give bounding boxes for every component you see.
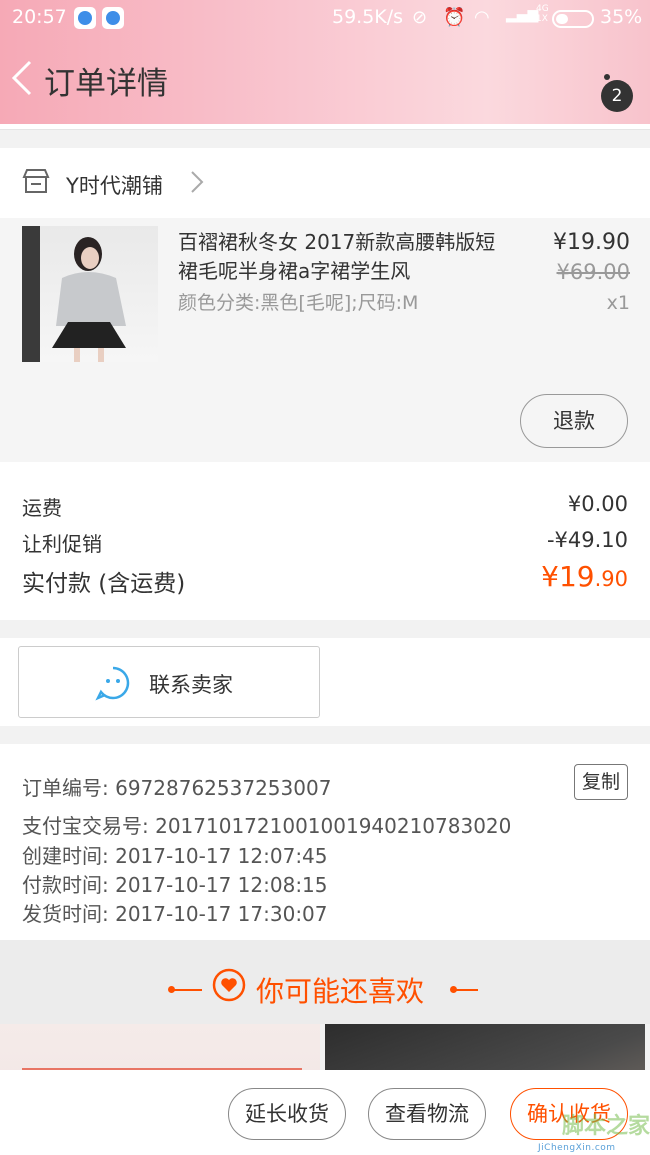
- discount-value: -¥49.10: [546, 528, 628, 552]
- net-speed: 59.5K/s: [332, 6, 404, 28]
- watermark-text: 脚本之家: [562, 1114, 650, 1139]
- extend-receipt-button[interactable]: 延长收货: [228, 1088, 346, 1140]
- shipping-value: ¥0.00: [567, 492, 628, 516]
- order-number: 订单编号: 69728762537253007: [22, 776, 332, 800]
- alipay-number: 支付宝交易号: 2017101721001001940210783020: [22, 814, 512, 838]
- signal-icon: ▂▄▆: [506, 7, 539, 23]
- product-thumbnail[interactable]: [22, 226, 158, 362]
- page-title: 订单详情: [44, 66, 168, 102]
- chat-smile-icon: [95, 666, 130, 701]
- header-divider: [0, 124, 650, 130]
- refund-button[interactable]: 退款: [520, 394, 628, 448]
- product-image: [22, 226, 126, 362]
- total-integer: 19: [558, 560, 595, 593]
- alarm-icon: ⏰: [443, 7, 466, 28]
- fee-summary: 运费 ¥0.00 让利促销 -¥49.10 实付款 (含运费) ¥19.90: [0, 462, 650, 620]
- recommend-header: 你可能还喜欢: [0, 940, 650, 1024]
- view-logistics-button[interactable]: 查看物流: [368, 1088, 486, 1140]
- shop-name[interactable]: Y时代潮铺: [66, 170, 163, 200]
- order-item[interactable]: 百褶裙秋冬女 2017新款高腰韩版短裙毛呢半身裙a字裙学生风 颜色分类:黑色[毛…: [0, 218, 650, 462]
- total-label: 实付款 (含运费): [22, 571, 186, 597]
- battery-icon: [552, 10, 594, 28]
- network-type: 4G 1X: [536, 4, 549, 24]
- discount-label: 让利促销: [22, 532, 102, 556]
- shield-app-icon: [74, 7, 96, 29]
- total-currency: ¥: [541, 560, 559, 593]
- copy-button[interactable]: 复制: [574, 764, 628, 800]
- battery-percent: 35%: [600, 6, 643, 28]
- contact-seller-button[interactable]: 联系卖家: [18, 646, 320, 718]
- status-bar: 20:57 59.5K/s ⊘ ⏰ ◠ ▂▄▆ 4G 1X 35%: [0, 0, 650, 36]
- shipped-time: 发货时间: 2017-10-17 17:30:07: [22, 902, 328, 926]
- network-label: 4G: [536, 4, 549, 14]
- status-time: 20:57: [12, 6, 67, 28]
- shop-row[interactable]: Y时代潮铺: [0, 148, 650, 218]
- product-quantity: x1: [606, 292, 630, 314]
- paid-time: 付款时间: 2017-10-17 12:08:15: [22, 873, 328, 897]
- total-decimal: .90: [594, 567, 628, 591]
- total-value: ¥19.90: [541, 560, 628, 593]
- product-original-price: ¥69.00: [556, 260, 630, 284]
- product-price: ¥19.90: [553, 230, 630, 255]
- created-time: 创建时间: 2017-10-17 12:07:45: [22, 844, 328, 868]
- wifi-icon: ◠: [474, 7, 490, 28]
- app-header: 订单详情 2: [0, 36, 650, 124]
- rec-left-line: [172, 989, 202, 991]
- order-info: 订单编号: 69728762537253007 复制 支付宝交易号: 20171…: [0, 744, 650, 940]
- notification-badge: 2: [601, 80, 633, 112]
- recommend-title: 你可能还喜欢: [256, 975, 425, 1008]
- contact-seller-label: 联系卖家: [149, 673, 233, 697]
- contact-section: 联系卖家: [0, 638, 650, 726]
- network-sub-label: 1X: [536, 14, 548, 24]
- product-spec: 颜色分类:黑色[毛呢];尺码:M: [178, 292, 419, 314]
- store-icon: [22, 169, 50, 193]
- back-arrow-icon[interactable]: [10, 58, 36, 98]
- heart-icon: [212, 968, 246, 1002]
- chevron-right-icon: [191, 171, 204, 193]
- rec-right-dot: [450, 986, 457, 993]
- watermark-sub: JiChengXin.com: [538, 1143, 616, 1153]
- shipping-label: 运费: [22, 496, 62, 520]
- product-title[interactable]: 百褶裙秋冬女 2017新款高腰韩版短裙毛呢半身裙a字裙学生风: [178, 228, 498, 286]
- mute-icon: ⊘: [412, 7, 428, 28]
- k-app-icon: [102, 7, 124, 29]
